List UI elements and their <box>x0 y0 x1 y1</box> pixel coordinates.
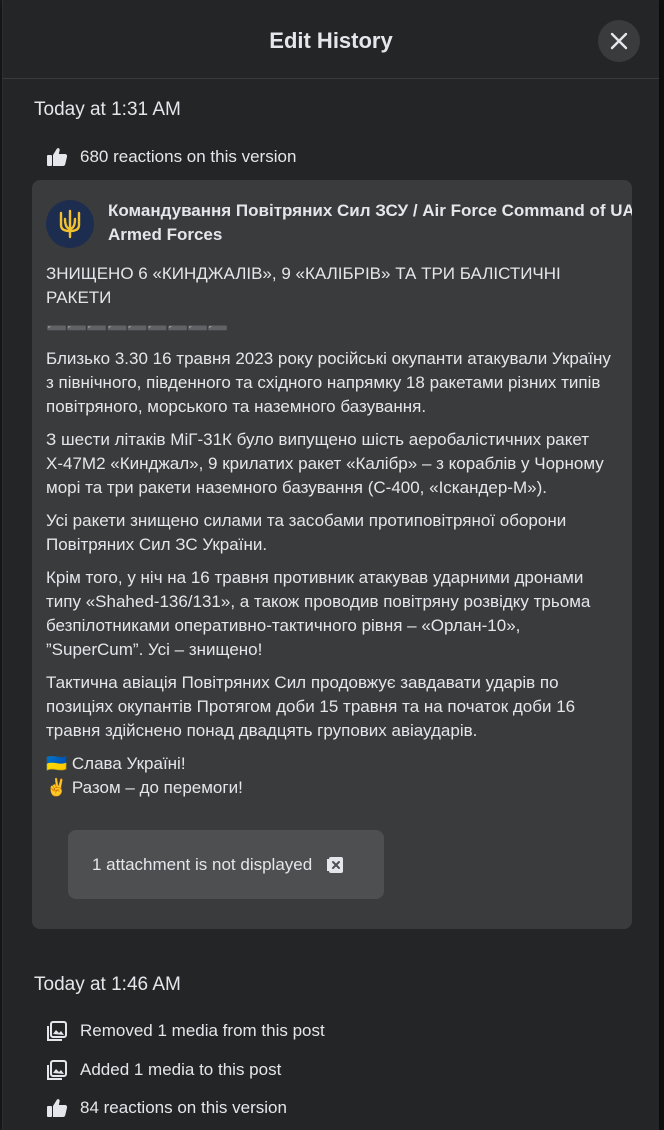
trident-icon <box>59 209 81 239</box>
change-label: Added 1 media to this post <box>80 1060 282 1079</box>
post-paragraph: Тактична авіація Повітряних Сил продовжу… <box>46 673 576 740</box>
photo-icon <box>47 1060 67 1080</box>
close-button[interactable] <box>598 20 640 62</box>
change-row: Removed 1 media from this post <box>46 1021 325 1041</box>
edit-history-dialog: Edit History Today at 1:31 AM 680 reacti… <box>2 0 659 1130</box>
attachment-label: 1 attachment is not displayed <box>92 854 313 874</box>
closing-line: ✌️ Разом – до перемоги! <box>46 778 243 797</box>
photo-icon <box>47 1021 67 1041</box>
post-card: Командування Повітряних Сил ЗСУ / Air Fo… <box>32 180 632 929</box>
attachment-placeholder: 1 attachment is not displayed <box>68 830 384 899</box>
dialog-title: Edit History <box>269 28 393 53</box>
post-paragraph: Усі ракети знищено силами та засобами пр… <box>46 511 567 554</box>
post-headline: ЗНИЩЕНО 6 «КИНДЖАЛІВ», 9 «КАЛІБРІВ» ТА Т… <box>46 264 561 307</box>
reactions-row: 84 reactions on this version <box>46 1098 287 1118</box>
post-text: ЗНИЩЕНО 6 «КИНДЖАЛІВ», 9 «КАЛІБРІВ» ТА Т… <box>46 262 622 800</box>
version-timestamp: Today at 1:31 AM <box>34 99 181 120</box>
change-row: Added 1 media to this post <box>46 1060 281 1080</box>
avatar[interactable] <box>46 200 94 248</box>
close-icon <box>610 32 628 50</box>
change-label: Removed 1 media from this post <box>80 1021 325 1040</box>
closing-line: 🇺🇦 Слава Україні! <box>46 754 186 773</box>
reactions-row: 680 reactions on this version <box>46 147 296 167</box>
post-paragraph: З шести літаків МіГ-31К було випущено ші… <box>46 430 604 497</box>
thumbs-up-icon <box>47 1099 68 1117</box>
reactions-count: 680 reactions on this version <box>80 147 297 166</box>
divider-emoji: ➖➖➖➖➖➖➖➖➖ <box>46 319 229 338</box>
attachment-hidden-icon <box>327 856 344 873</box>
dialog-header: Edit History <box>3 0 659 79</box>
thumbs-up-icon <box>47 148 68 166</box>
version-timestamp: Today at 1:46 AM <box>34 974 181 995</box>
post-paragraph: Крім того, у ніч на 16 травня противник … <box>46 568 591 659</box>
post-paragraph: Близько 3.30 16 травня 2023 року російсь… <box>46 349 611 416</box>
reactions-count: 84 reactions on this version <box>80 1098 287 1117</box>
post-author[interactable]: Командування Повітряних Сил ЗСУ / Air Fo… <box>108 199 632 248</box>
post-header: Командування Повітряних Сил ЗСУ / Air Fo… <box>46 200 632 248</box>
